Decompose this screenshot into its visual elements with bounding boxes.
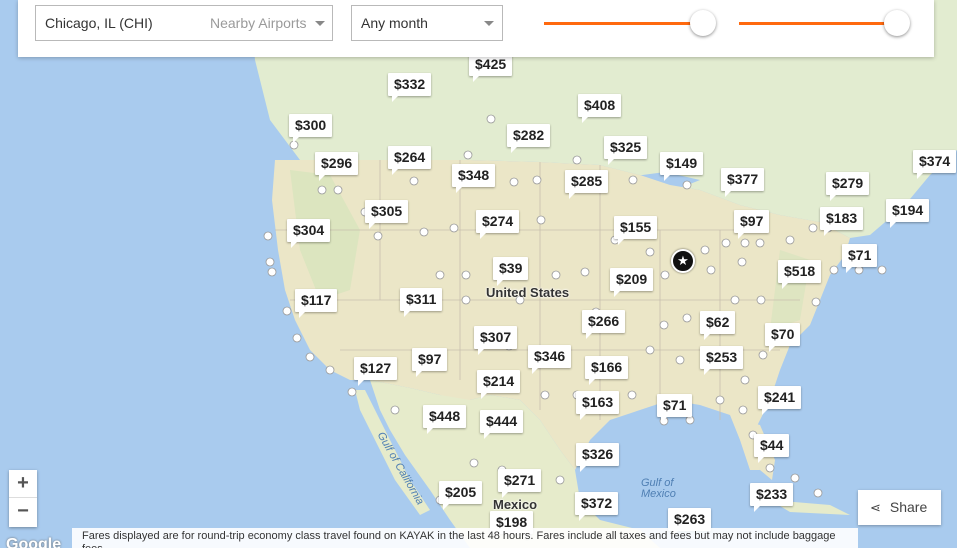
price-marker[interactable]: $300 [289, 114, 333, 143]
price-marker[interactable]: $307 [474, 326, 518, 355]
price-marker[interactable]: $214 [477, 370, 521, 399]
price-marker[interactable]: $374 [913, 150, 957, 179]
label-mexico: Mexico [493, 497, 538, 512]
price-marker[interactable]: $205 [439, 481, 483, 510]
google-logo: Google [6, 536, 62, 548]
origin-star-icon[interactable]: ★ [671, 249, 695, 273]
price-marker[interactable]: $305 [365, 200, 409, 229]
price-marker[interactable]: $408 [578, 94, 622, 123]
price-marker[interactable]: $311 [400, 288, 443, 317]
zoom-out-button[interactable]: − [9, 498, 37, 526]
price-marker[interactable]: $377 [721, 168, 765, 197]
share-icon: ⋖ [870, 500, 881, 515]
price-marker[interactable]: $348 [452, 164, 496, 193]
price-marker[interactable]: $332 [388, 73, 432, 102]
price-marker[interactable]: $70 [765, 323, 801, 352]
nearby-airports-placeholder: Nearby Airports [210, 15, 307, 31]
price-slider-track[interactable] [544, 22, 704, 25]
price-marker[interactable]: $241 [758, 386, 802, 415]
price-marker[interactable]: $155 [614, 216, 658, 245]
share-label: Share [889, 499, 928, 515]
chevron-down-icon [315, 21, 325, 26]
price-marker[interactable]: $326 [576, 443, 620, 472]
price-marker[interactable]: $253 [700, 346, 744, 375]
origin-field[interactable]: Chicago, IL (CHI) Nearby Airports [35, 5, 333, 41]
price-marker[interactable]: $127 [354, 357, 398, 386]
price-marker[interactable]: $264 [388, 146, 432, 175]
price-marker[interactable]: $183 [820, 207, 864, 236]
fare-disclaimer: Fares displayed are for round-trip econo… [72, 528, 858, 548]
price-marker[interactable]: $518 [778, 260, 822, 289]
price-marker[interactable]: $209 [610, 268, 654, 297]
price-marker[interactable]: $163 [576, 391, 620, 420]
price-marker[interactable]: $279 [826, 172, 870, 201]
price-marker[interactable]: $233 [750, 483, 794, 512]
filter-bar: Chicago, IL (CHI) Nearby Airports Any mo… [18, 0, 934, 57]
price-marker[interactable]: $296 [315, 152, 359, 181]
zoom-in-button[interactable]: + [9, 470, 37, 498]
price-marker[interactable]: $117 [295, 289, 338, 318]
duration-slider-track[interactable] [739, 22, 899, 25]
duration-slider-handle[interactable] [884, 10, 910, 36]
label-gulf-mexico: Gulf of Mexico [641, 477, 676, 500]
zoom-control: + − [9, 470, 37, 527]
price-marker[interactable]: $282 [507, 124, 551, 153]
price-marker[interactable]: $444 [480, 410, 524, 439]
price-marker[interactable]: $166 [585, 356, 629, 385]
label-united-states: United States [486, 285, 570, 300]
price-marker[interactable]: $44 [754, 434, 790, 463]
month-select[interactable]: Any month [351, 5, 503, 41]
price-marker[interactable]: $285 [565, 170, 609, 199]
price-marker[interactable]: $194 [886, 199, 930, 228]
price-marker[interactable]: $274 [476, 210, 520, 239]
price-marker[interactable]: $62 [700, 311, 736, 340]
price-marker[interactable]: $266 [582, 310, 626, 339]
price-marker[interactable]: $97 [734, 210, 770, 239]
price-marker[interactable]: $39 [493, 257, 529, 286]
origin-value: Chicago, IL (CHI) [45, 15, 153, 31]
month-value: Any month [361, 15, 428, 31]
price-marker[interactable]: $71 [657, 394, 693, 423]
price-marker[interactable]: $271 [498, 469, 542, 498]
price-marker[interactable]: $325 [604, 136, 648, 165]
chevron-down-icon [484, 21, 494, 26]
price-marker[interactable]: $448 [423, 405, 467, 434]
price-marker[interactable]: $372 [575, 492, 619, 521]
price-marker[interactable]: $149 [660, 152, 704, 181]
price-marker[interactable]: $346 [528, 345, 572, 374]
price-slider-handle[interactable] [690, 10, 716, 36]
price-marker[interactable]: $97 [412, 348, 448, 377]
share-button[interactable]: ⋖ Share [858, 490, 941, 525]
price-marker[interactable]: $71 [842, 244, 878, 273]
price-marker[interactable]: $304 [287, 219, 331, 248]
